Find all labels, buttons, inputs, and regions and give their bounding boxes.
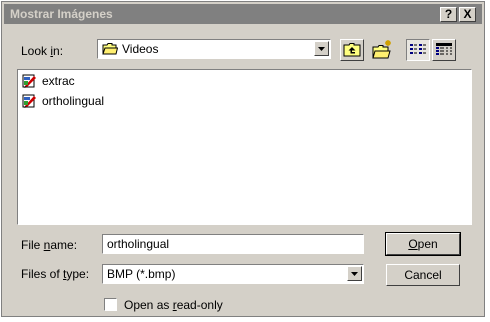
look-in-label-post: n: bbox=[53, 44, 64, 58]
title-bar[interactable]: Mostrar Imágenes ? X bbox=[4, 4, 482, 24]
look-in-label: Look in: bbox=[21, 44, 63, 58]
new-folder-icon bbox=[372, 40, 391, 59]
details-view-icon bbox=[436, 43, 452, 55]
chevron-down-icon bbox=[318, 47, 325, 51]
window-title: Mostrar Imágenes bbox=[10, 7, 113, 21]
files-of-type-label: Files of type: bbox=[21, 267, 89, 281]
read-only-checkbox[interactable] bbox=[104, 298, 117, 311]
read-only-label-pre: Open as bbox=[124, 298, 173, 312]
new-folder-button[interactable] bbox=[370, 39, 394, 61]
file-list[interactable]: extrac ortholingual bbox=[17, 69, 472, 225]
files-of-type-label-post: ype: bbox=[66, 267, 90, 281]
list-view-icon bbox=[410, 44, 426, 54]
folder-icon bbox=[102, 42, 119, 56]
file-name-input[interactable]: ortholingual bbox=[102, 234, 364, 254]
file-name-label-pre: File bbox=[21, 238, 44, 252]
file-name-label: File name: bbox=[21, 238, 77, 252]
files-of-type-label-pre: Files of bbox=[21, 267, 64, 281]
file-name-value: ortholingual bbox=[107, 237, 170, 251]
help-button[interactable]: ? bbox=[440, 7, 457, 22]
file-name: extrac bbox=[42, 74, 75, 88]
open-button-key: O bbox=[408, 237, 418, 251]
file-icon bbox=[22, 93, 38, 112]
files-of-type-value: BMP (*.bmp) bbox=[107, 267, 176, 281]
up-one-level-icon bbox=[343, 43, 361, 57]
chevron-down-icon bbox=[351, 272, 358, 276]
file-name: ortholingual bbox=[42, 94, 105, 108]
look-in-combo[interactable]: Videos bbox=[97, 39, 331, 59]
up-one-level-button[interactable] bbox=[340, 39, 364, 61]
cancel-button[interactable]: Cancel bbox=[386, 264, 460, 286]
look-in-value: Videos bbox=[122, 42, 159, 56]
files-of-type-combo[interactable]: BMP (*.bmp) bbox=[102, 264, 364, 284]
file-open-dialog: Mostrar Imágenes ? X Look in: Videos ext… bbox=[1, 1, 485, 317]
file-icon bbox=[22, 73, 38, 92]
open-button-rest: pen bbox=[417, 237, 438, 251]
files-of-type-dropdown-button[interactable] bbox=[347, 266, 362, 281]
open-button[interactable]: Open bbox=[385, 232, 461, 256]
look-in-dropdown-button[interactable] bbox=[314, 41, 329, 56]
details-view-button[interactable] bbox=[432, 39, 456, 61]
look-in-label-pre: Look bbox=[21, 44, 51, 58]
close-button[interactable]: X bbox=[459, 7, 476, 22]
read-only-label-post: ead-only bbox=[176, 298, 223, 312]
read-only-label[interactable]: Open as read-only bbox=[124, 298, 223, 312]
list-view-button[interactable] bbox=[406, 39, 430, 61]
file-name-label-post: ame: bbox=[50, 238, 78, 252]
